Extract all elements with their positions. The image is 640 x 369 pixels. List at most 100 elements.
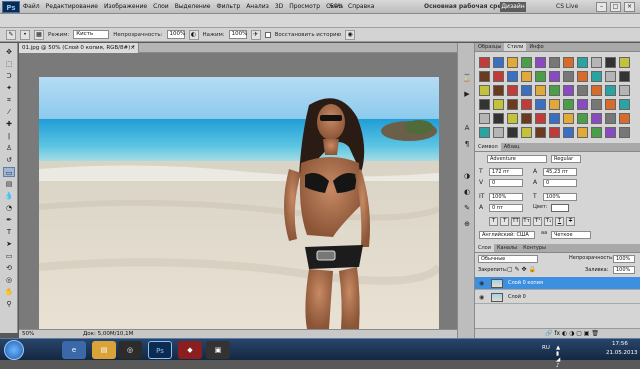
antialias-select[interactable]: Четкое (551, 231, 591, 239)
3d-orbit-tool-icon[interactable]: ◎ (3, 275, 15, 285)
layers-footer-icons[interactable]: 🔗 fx ◐ ◑ ▢ ▣ 🗑 (475, 328, 640, 338)
style-swatch[interactable] (563, 71, 574, 82)
tray-icons[interactable]: ▲ ▮ ◢ ♪ (556, 345, 560, 369)
app-icon[interactable]: ◆ (178, 341, 202, 359)
steam-icon[interactable]: ◎ (118, 341, 142, 359)
clock-date[interactable]: 21.05.2013 (606, 350, 638, 356)
eraser-tool-icon[interactable]: ▭ (3, 167, 15, 177)
document-image[interactable] (39, 77, 439, 329)
healing-brush-tool-icon[interactable]: ✚ (3, 119, 15, 129)
style-swatch[interactable] (563, 127, 574, 138)
style-swatch[interactable] (479, 127, 490, 138)
menu-file[interactable]: Файл (20, 0, 43, 14)
style-swatch[interactable] (577, 71, 588, 82)
character-panel-icon[interactable]: A (461, 123, 473, 133)
style-swatch[interactable] (591, 99, 602, 110)
clock-time[interactable]: 17:56 (612, 341, 628, 347)
style-swatch[interactable] (535, 113, 546, 124)
history-brush-tool-icon[interactable]: ↺ (3, 155, 15, 165)
style-swatch[interactable] (619, 113, 630, 124)
airbrush-icon[interactable]: ✈ (250, 29, 261, 40)
style-swatch[interactable] (479, 85, 490, 96)
text-color-swatch[interactable] (551, 204, 569, 212)
maximize-button[interactable]: □ (610, 2, 621, 12)
shape-tool-icon[interactable]: ▭ (3, 251, 15, 261)
style-swatch[interactable] (549, 71, 560, 82)
style-swatch[interactable] (577, 127, 588, 138)
style-swatch[interactable] (493, 71, 504, 82)
underline-button[interactable]: T (555, 217, 564, 226)
hand-tool-icon[interactable]: ✋ (3, 287, 15, 297)
menu-view[interactable]: Просмотр (286, 0, 323, 14)
style-swatch[interactable] (521, 99, 532, 110)
gradient-tool-icon[interactable]: ▤ (3, 179, 15, 189)
style-swatch[interactable] (521, 85, 532, 96)
menu-layers[interactable]: Слои (150, 0, 172, 14)
opacity-input[interactable]: 100% (166, 30, 185, 39)
explorer-icon[interactable]: ▤ (92, 341, 116, 359)
zoom-menu[interactable]: 50% (330, 2, 343, 12)
restore-history-checkbox[interactable] (264, 31, 271, 38)
style-swatch[interactable] (521, 127, 532, 138)
style-swatch[interactable] (549, 57, 560, 68)
style-swatch[interactable] (549, 85, 560, 96)
style-swatch[interactable] (479, 99, 490, 110)
tab-paths[interactable]: Контуры (520, 244, 549, 252)
style-swatch[interactable] (479, 113, 490, 124)
eraser-tool-icon[interactable]: ✎ (6, 29, 16, 40)
brush-tool-icon[interactable]: ǀ (3, 131, 15, 141)
design-button[interactable]: Дизайн (500, 2, 526, 12)
style-swatch[interactable] (577, 57, 588, 68)
font-style-select[interactable]: Regular (551, 155, 581, 163)
menu-filter[interactable]: Фильтр (213, 0, 243, 14)
small-caps-button[interactable]: Tт (522, 217, 531, 226)
close-button[interactable]: × (624, 2, 635, 12)
pressure-input[interactable]: 100% (228, 30, 247, 39)
style-swatch[interactable] (479, 71, 490, 82)
style-swatch[interactable] (605, 71, 616, 82)
adjustments-panel-icon[interactable]: ◑ (461, 171, 473, 181)
path-selection-tool-icon[interactable]: ➤ (3, 239, 15, 249)
paragraph-panel-icon[interactable]: ¶ (461, 139, 473, 149)
style-swatch[interactable] (577, 113, 588, 124)
tab-character[interactable]: Символ (475, 143, 501, 151)
minimize-button[interactable]: – (596, 2, 607, 12)
lock-icons[interactable]: ▢ ✎ ✥ 🔒 (507, 266, 536, 273)
style-swatch[interactable] (619, 71, 630, 82)
dodge-tool-icon[interactable]: ◔ (3, 203, 15, 213)
menu-help[interactable]: Справка (345, 0, 377, 14)
marquee-tool-icon[interactable]: ⬚ (3, 59, 15, 69)
vertical-scale-input[interactable]: 100% (489, 193, 523, 201)
style-swatch[interactable] (563, 85, 574, 96)
blur-tool-icon[interactable]: 💧 (3, 191, 15, 201)
style-swatch[interactable] (619, 99, 630, 110)
blend-mode-select[interactable]: Обычные (478, 255, 538, 263)
close-tab-icon[interactable]: × (130, 43, 135, 53)
style-swatch[interactable] (521, 71, 532, 82)
style-swatch[interactable] (507, 85, 518, 96)
menu-image[interactable]: Изображение (101, 0, 150, 14)
brush-panel-icon[interactable]: ▦ (34, 29, 44, 40)
layer-row[interactable]: ◉ Слой 0 (475, 291, 640, 304)
tab-styles[interactable]: Стили (504, 43, 527, 51)
style-swatch[interactable] (535, 99, 546, 110)
style-swatch[interactable] (619, 57, 630, 68)
lasso-tool-icon[interactable]: ᑐ (3, 71, 15, 81)
brush-panel-icon[interactable]: ✎ (461, 203, 473, 213)
visibility-eye-icon[interactable]: ◉ (479, 277, 484, 290)
document-tab[interactable]: 01.jpg @ 50% (Слой 0 копия, RGB/8#) * × (19, 43, 139, 53)
style-swatch[interactable] (521, 57, 532, 68)
all-caps-button[interactable]: TT (511, 217, 520, 226)
cs-live-button[interactable]: CS Live (556, 2, 578, 12)
style-swatch[interactable] (591, 85, 602, 96)
style-swatch[interactable] (563, 57, 574, 68)
style-swatch[interactable] (507, 99, 518, 110)
style-swatch[interactable] (493, 85, 504, 96)
font-size-input[interactable]: 172 пт (489, 168, 523, 176)
visibility-eye-icon[interactable]: ◉ (479, 291, 484, 304)
tab-info[interactable]: Инфо (526, 43, 546, 51)
canvas-area[interactable] (19, 53, 457, 329)
style-swatch[interactable] (507, 71, 518, 82)
tab-layers[interactable]: Слои (475, 244, 494, 252)
style-swatch[interactable] (507, 113, 518, 124)
